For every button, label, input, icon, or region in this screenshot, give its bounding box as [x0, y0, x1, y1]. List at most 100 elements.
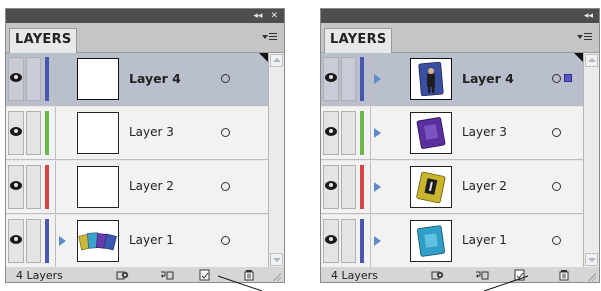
- lock-toggle[interactable]: [341, 165, 356, 209]
- visibility-toggle[interactable]: [323, 111, 339, 155]
- column-divider: [370, 161, 371, 214]
- lock-toggle[interactable]: [26, 165, 41, 209]
- visibility-toggle[interactable]: [8, 111, 24, 155]
- lock-toggle[interactable]: [341, 219, 356, 263]
- cards-thumbnail-graphic: [78, 232, 117, 251]
- panel-tab-bar: LAYERS: [6, 23, 284, 53]
- locate-object-icon[interactable]: [431, 269, 445, 281]
- current-layer-indicator-icon: [574, 53, 583, 62]
- lock-toggle[interactable]: [26, 111, 41, 155]
- layer-thumbnail: [410, 220, 452, 262]
- layer-row[interactable]: Layer 1: [6, 215, 269, 268]
- current-layer-indicator-icon: [259, 53, 268, 62]
- visibility-toggle[interactable]: [323, 219, 339, 263]
- layer-name[interactable]: Layer 4: [462, 71, 514, 86]
- lock-toggle[interactable]: [26, 57, 41, 101]
- card-7-thumbnail: [417, 225, 445, 257]
- layer-thumbnail: [77, 166, 119, 208]
- visibility-toggle[interactable]: [8, 165, 24, 209]
- target-circle-icon[interactable]: [221, 74, 230, 83]
- target-circle-icon[interactable]: [552, 74, 561, 83]
- close-icon[interactable]: ✕: [270, 9, 278, 23]
- target-circle-icon[interactable]: [552, 236, 561, 245]
- panel-menu-icon[interactable]: [577, 32, 593, 44]
- scroll-up-icon[interactable]: [270, 54, 283, 67]
- layers-panel-right: ◂◂ LAYERS Layer 4 Layer 3 Layer 2 Layer …: [320, 8, 600, 283]
- card-1-thumbnail: [416, 171, 446, 204]
- expand-triangle-icon[interactable]: [374, 74, 381, 84]
- new-layer-icon[interactable]: [198, 269, 212, 281]
- trash-icon[interactable]: [557, 269, 571, 281]
- eye-icon: [10, 181, 22, 190]
- target-circle-icon[interactable]: [552, 128, 561, 137]
- make-sublayer-icon[interactable]: [160, 269, 174, 281]
- layer-row[interactable]: Layer 3: [6, 107, 269, 160]
- panel-title-bar: ◂◂ ✕: [6, 9, 284, 23]
- expand-triangle-icon[interactable]: [374, 236, 381, 246]
- layer-name[interactable]: Layer 3: [462, 125, 507, 139]
- layer-thumbnail: [77, 112, 119, 154]
- panel-footer: 4 Layers: [321, 267, 599, 282]
- layer-color-indicator: [360, 219, 364, 263]
- expand-triangle-icon[interactable]: [374, 182, 381, 192]
- lock-toggle[interactable]: [26, 219, 41, 263]
- layer-name[interactable]: Layer 1: [462, 233, 507, 247]
- lock-toggle[interactable]: [341, 111, 356, 155]
- layer-thumbnail: [410, 166, 452, 208]
- layer-color-indicator: [45, 111, 49, 155]
- double-chevron-left-icon[interactable]: ◂◂: [584, 9, 593, 23]
- visibility-toggle[interactable]: [8, 57, 24, 101]
- layer-name[interactable]: Layer 4: [129, 71, 181, 86]
- expand-triangle-icon[interactable]: [374, 128, 381, 138]
- layers-panel-left: ◂◂ ✕ LAYERS Layer 4 Layer 3 Layer 2 Laye…: [5, 8, 285, 283]
- locate-object-icon[interactable]: [116, 269, 130, 281]
- layer-color-indicator: [45, 219, 49, 263]
- layer-name[interactable]: Layer 1: [129, 233, 174, 247]
- vertical-scrollbar[interactable]: [583, 53, 599, 267]
- layer-row[interactable]: Layer 3: [321, 107, 584, 160]
- scroll-down-icon[interactable]: [585, 253, 598, 266]
- panel-menu-icon[interactable]: [262, 32, 278, 44]
- make-sublayer-icon[interactable]: [475, 269, 489, 281]
- lock-toggle[interactable]: [341, 57, 356, 101]
- layer-color-indicator: [45, 57, 49, 101]
- layer-color-indicator: [360, 57, 364, 101]
- panel-footer: 4 Layers: [6, 267, 284, 282]
- column-divider: [55, 107, 56, 160]
- scroll-down-icon[interactable]: [270, 253, 283, 266]
- eye-icon: [325, 73, 337, 82]
- resize-grip-icon[interactable]: [272, 272, 281, 281]
- layer-row[interactable]: Layer 2: [6, 161, 269, 214]
- target-circle-icon[interactable]: [221, 182, 230, 191]
- new-layer-icon[interactable]: [513, 269, 527, 281]
- trash-icon[interactable]: [242, 269, 256, 281]
- resize-grip-icon[interactable]: [587, 272, 596, 281]
- visibility-toggle[interactable]: [8, 219, 24, 263]
- tab-layers[interactable]: LAYERS: [9, 28, 77, 53]
- layer-name[interactable]: Layer 3: [129, 125, 174, 139]
- tab-layers[interactable]: LAYERS: [324, 28, 392, 53]
- layer-name[interactable]: Layer 2: [462, 179, 507, 193]
- column-divider: [55, 53, 56, 106]
- visibility-toggle[interactable]: [323, 57, 339, 101]
- layer-row[interactable]: Layer 4: [6, 53, 269, 106]
- layer-name[interactable]: Layer 2: [129, 179, 174, 193]
- target-circle-icon[interactable]: [221, 128, 230, 137]
- layer-row[interactable]: Layer 4: [321, 53, 584, 106]
- selection-square-icon[interactable]: [564, 74, 572, 82]
- target-circle-icon[interactable]: [552, 182, 561, 191]
- expand-triangle-icon[interactable]: [59, 236, 66, 246]
- layer-thumbnail: [410, 58, 452, 100]
- layer-color-indicator: [360, 111, 364, 155]
- column-divider: [55, 215, 56, 268]
- layer-row[interactable]: Layer 1: [321, 215, 584, 268]
- double-chevron-left-icon[interactable]: ◂◂: [253, 9, 262, 23]
- layer-row[interactable]: Layer 2: [321, 161, 584, 214]
- eye-icon: [325, 235, 337, 244]
- layer-color-indicator: [360, 165, 364, 209]
- target-circle-icon[interactable]: [221, 236, 230, 245]
- visibility-toggle[interactable]: [323, 165, 339, 209]
- layer-color-indicator: [45, 165, 49, 209]
- scroll-up-icon[interactable]: [585, 54, 598, 67]
- vertical-scrollbar[interactable]: [268, 53, 284, 267]
